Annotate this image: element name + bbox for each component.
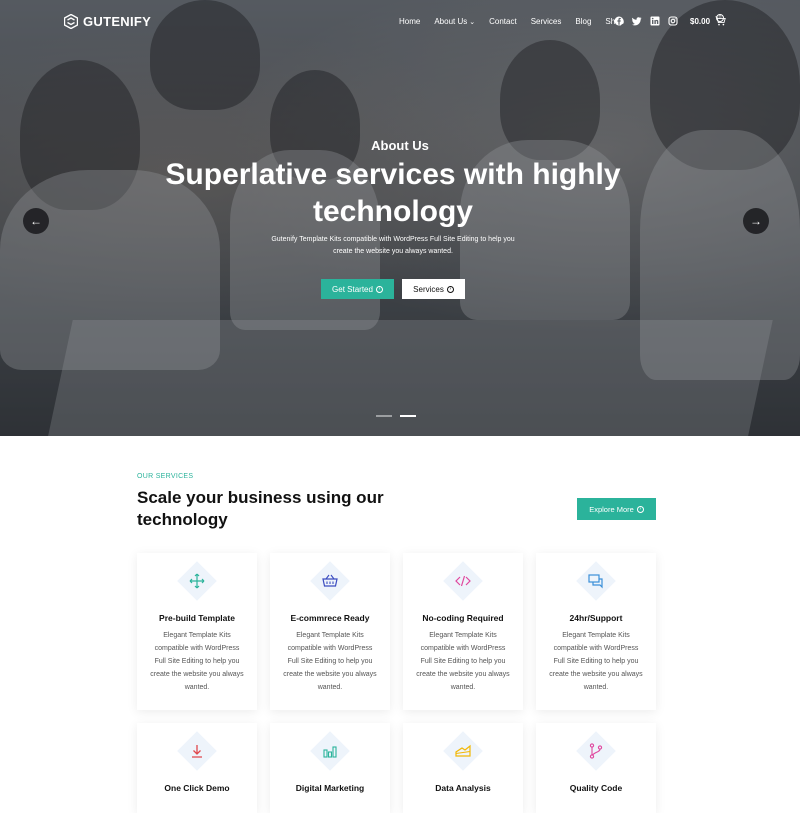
arrow-circle-right-icon: › [446,285,454,293]
service-card-no-coding[interactable]: No-coding Required Elegant Template Kits… [403,553,523,710]
arrow-circle-right-icon: › [636,505,644,513]
services-button[interactable]: Services › [402,279,465,299]
cart-total: $0.00 [690,16,711,26]
get-started-label: Get Started [332,284,373,294]
service-title: Digital Marketing [295,783,365,793]
service-card-support[interactable]: 24hr/Support Elegant Template Kits compa… [536,553,656,710]
chat-icon [588,574,603,589]
slider-dot-2[interactable] [400,415,416,417]
nav-home[interactable]: Home [399,17,420,26]
analytics-icon [455,744,471,757]
instagram-icon[interactable] [668,16,678,26]
nav-contact-label: Contact [489,17,517,26]
service-title: No-coding Required [422,613,504,623]
hero-subtitle: About Us [371,138,429,153]
move-arrows-icon [189,573,205,589]
service-desc: Elegant Template Kits compatible with Wo… [150,632,244,691]
nav-blog[interactable]: Blog [575,17,591,26]
arrow-circle-right-icon: › [375,285,383,293]
explore-more-label: Explore More [589,504,634,514]
brand-name: GUTENIFY [83,14,152,29]
code-icon [455,575,471,587]
service-title: Quality Code [569,783,623,793]
service-desc: Elegant Template Kits compatible with Wo… [549,632,643,691]
nav-blog-label: Blog [575,17,592,26]
services-eyebrow: OUR SERVICES [137,473,194,480]
service-card-ecommerce[interactable]: E-commrece Ready Elegant Template Kits c… [270,553,390,710]
arrow-right-icon: → [750,214,762,228]
download-icon [192,745,202,758]
brand-logo[interactable]: GUTENIFY [64,14,151,29]
social-links [614,16,678,26]
git-branch-icon [589,743,603,759]
slider-next-button[interactable]: → [743,208,769,234]
hero-title: Superlative services with highly technol… [165,158,621,228]
slider-dot-1[interactable] [376,415,392,417]
slider-pagination [376,415,416,417]
services-button-label: Services [413,284,444,294]
linkedin-icon[interactable] [650,16,660,26]
hero-description: Gutenify Template Kits compatible with W… [271,236,515,255]
service-card-pre-build[interactable]: Pre-build Template Elegant Template Kits… [137,553,257,710]
service-title: E-commrece Ready [290,613,370,623]
twitter-icon[interactable] [632,16,642,26]
explore-more-button[interactable]: Explore More › [577,498,656,520]
nav-about-label: About Us [434,17,468,26]
service-title: One Click Demo [164,783,230,793]
get-started-button[interactable]: Get Started › [321,279,394,299]
bar-chart-icon [323,746,337,758]
arrow-left-icon: ← [30,214,42,228]
service-title: Pre-build Template [159,613,235,623]
nav-services-label: Services [530,17,562,26]
cart-count-badge: 0 [716,14,724,22]
main-menu: Home About Us⌄ Contact Services Blog Sho… [399,17,638,26]
chevron-down-icon: ⌄ [469,18,476,26]
logo-mark-icon [64,14,78,29]
service-title: Data Analysis [435,783,491,793]
nav-about-us[interactable]: About Us ⌄ [434,17,475,26]
service-desc: Elegant Template Kits compatible with Wo… [283,632,377,691]
services-title: Scale your business using our technology [137,488,384,529]
service-desc: Elegant Template Kits compatible with Wo… [416,632,510,691]
facebook-icon[interactable] [614,16,624,26]
basket-icon [322,574,338,587]
slider-prev-button[interactable]: ← [23,208,49,234]
nav-services[interactable]: Services [531,17,562,26]
nav-home-label: Home [399,17,421,26]
nav-contact[interactable]: Contact [489,17,517,26]
service-title: 24hr/Support [569,613,623,623]
